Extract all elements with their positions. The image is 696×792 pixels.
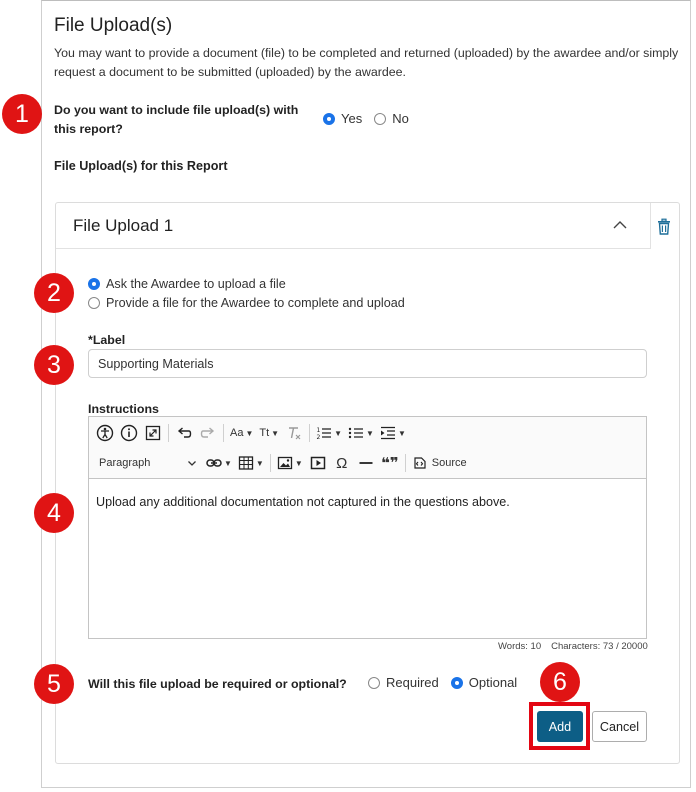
source-label: Source xyxy=(431,457,467,469)
radio-required-label: Required xyxy=(386,675,439,690)
image-dropdown[interactable]: ▼ xyxy=(274,450,306,476)
label-input[interactable] xyxy=(88,349,647,378)
character-count: Characters: 73 / 20000 xyxy=(551,641,648,652)
text-style-label: Tt xyxy=(259,427,270,439)
radio-provide-label: Provide a file for the Awardee to comple… xyxy=(106,295,405,310)
optional-option[interactable]: Optional xyxy=(450,675,518,690)
label-field-label: *Label xyxy=(88,333,126,347)
editor-content[interactable]: Upload any additional documentation not … xyxy=(96,495,510,509)
required-question: Will this file upload be required or opt… xyxy=(88,677,347,691)
step-marker-2: 2 xyxy=(34,273,74,313)
text-style-dropdown[interactable]: Tt ▼ xyxy=(256,420,282,446)
font-size-dropdown[interactable]: Aa ▼ xyxy=(227,420,256,446)
radio-ask-awardee[interactable] xyxy=(88,277,100,290)
trash-icon[interactable] xyxy=(655,218,673,236)
block-quote-icon[interactable]: ❝❞ xyxy=(378,450,402,476)
media-embed-icon[interactable] xyxy=(306,450,330,476)
fullscreen-icon[interactable] xyxy=(141,420,165,446)
chevron-up-icon[interactable] xyxy=(611,216,629,234)
step-marker-1: 1 xyxy=(2,94,42,134)
radio-ask-label: Ask the Awardee to upload a file xyxy=(106,276,286,291)
special-characters-icon[interactable]: Ω xyxy=(330,450,354,476)
radio-required[interactable] xyxy=(368,676,380,689)
horizontal-line-icon[interactable] xyxy=(354,450,378,476)
include-no-option[interactable]: No xyxy=(374,111,409,126)
toolbar-separator xyxy=(269,454,271,472)
include-upload-question: Do you want to include file upload(s) wi… xyxy=(54,103,299,136)
chevron-down-icon: ▼ xyxy=(294,458,303,468)
chevron-down-icon: ▼ xyxy=(334,428,343,438)
radio-no-label: No xyxy=(392,111,409,126)
paragraph-format-select[interactable]: Paragraph xyxy=(93,450,203,476)
word-count: Words: 10 xyxy=(498,641,542,652)
include-yes-option[interactable]: Yes xyxy=(323,111,362,126)
bullet-list-dropdown[interactable]: ▼ xyxy=(345,420,377,446)
section-description: You may want to provide a document (file… xyxy=(54,46,679,79)
toolbar-separator xyxy=(404,454,406,472)
numbered-list-dropdown[interactable]: 12 ▼ xyxy=(313,420,345,446)
upload-mode-radio-group: Ask the Awardee to upload a file Provide… xyxy=(88,274,405,312)
editor-toolbar: Aa ▼ Tt ▼ 12 ▼ ▼ ▼ Paragraph ▼ ▼ ▼ Ω ❝❞ … xyxy=(89,417,646,479)
step-marker-5: 5 xyxy=(34,664,74,704)
toolbar-separator xyxy=(223,424,224,442)
chevron-down-icon: ▼ xyxy=(224,458,232,468)
special-characters-glyph: Ω xyxy=(336,454,348,472)
paragraph-format-label: Paragraph xyxy=(99,457,151,469)
radio-no[interactable] xyxy=(374,112,387,125)
chevron-down-icon: ▼ xyxy=(271,428,280,438)
toolbar-separator xyxy=(168,424,169,442)
required-radio-group: Required Optional xyxy=(368,675,529,690)
radio-provide-file[interactable] xyxy=(88,296,100,309)
chevron-down-icon: ▼ xyxy=(245,428,254,438)
table-dropdown[interactable]: ▼ xyxy=(235,450,267,476)
radio-yes[interactable] xyxy=(323,112,335,125)
chevron-down-icon: ▼ xyxy=(397,428,406,438)
step-marker-6: 6 xyxy=(540,662,580,702)
instructions-label: Instructions xyxy=(88,402,159,416)
svg-text:1: 1 xyxy=(317,427,321,434)
file-upload-card-title: File Upload 1 xyxy=(73,216,174,235)
radio-yes-label: Yes xyxy=(341,111,363,126)
redo-icon[interactable] xyxy=(196,420,220,446)
required-option[interactable]: Required xyxy=(368,675,439,690)
indent-dropdown[interactable]: ▼ xyxy=(377,420,409,446)
font-size-label: Aa xyxy=(230,427,244,439)
radio-optional-label: Optional xyxy=(468,675,518,690)
include-upload-radio-group: Yes No xyxy=(323,111,421,126)
source-button[interactable]: Source xyxy=(409,450,470,476)
link-dropdown[interactable]: ▼ xyxy=(203,450,235,476)
mode-ask-option[interactable]: Ask the Awardee to upload a file xyxy=(88,274,405,293)
chevron-down-icon: ▼ xyxy=(255,458,264,468)
section-title: File Upload(s) xyxy=(54,15,173,36)
mode-provide-option[interactable]: Provide a file for the Awardee to comple… xyxy=(88,293,405,312)
chevron-down-icon: ▼ xyxy=(366,428,374,438)
info-icon[interactable] xyxy=(117,420,141,446)
source-icon xyxy=(414,457,426,469)
add-button[interactable]: Add xyxy=(537,711,583,742)
step-marker-4: 4 xyxy=(34,493,74,533)
editor-word-count: Words: 10 Characters: 73 / 20000 xyxy=(498,641,648,652)
clear-format-icon[interactable] xyxy=(282,420,306,446)
step-marker-3: 3 xyxy=(34,345,74,385)
svg-text:2: 2 xyxy=(317,434,321,441)
chevron-down-icon xyxy=(188,461,196,466)
toolbar-separator xyxy=(309,424,311,442)
undo-icon[interactable] xyxy=(172,420,196,446)
accessibility-icon[interactable] xyxy=(93,420,117,446)
block-quote-glyph: ❝❞ xyxy=(380,455,399,472)
uploads-heading: File Upload(s) for this Report xyxy=(54,159,228,173)
radio-optional[interactable] xyxy=(450,676,463,689)
cancel-button[interactable]: Cancel xyxy=(592,711,647,742)
